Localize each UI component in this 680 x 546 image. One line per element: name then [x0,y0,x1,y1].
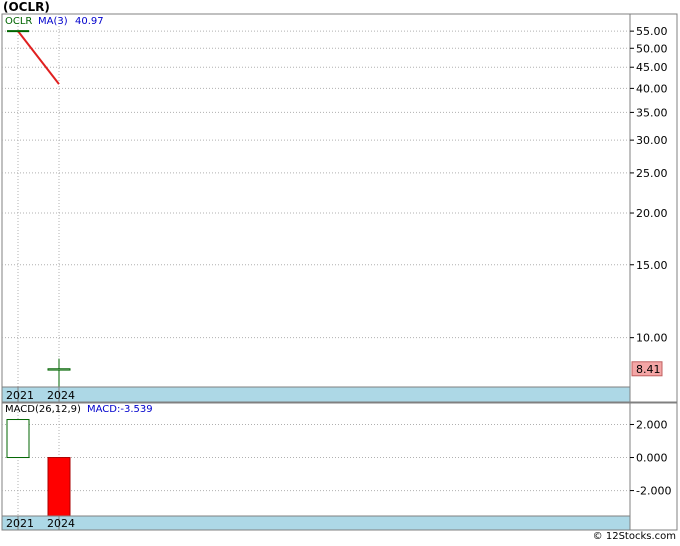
price-panel-frame [1,13,678,403]
price-tick-label: 20.00 [636,207,668,220]
macd-tick-label: 2.000 [636,418,668,431]
macd-x-label: 2021 [6,517,34,530]
price-tick-label: 55.00 [636,25,668,38]
candle [47,368,71,371]
price-tick-label: 10.00 [636,332,668,345]
macd-value-label: MACD:-3.539 [87,404,153,415]
macd-panel-frame [1,402,678,531]
price-tick-label: 15.00 [636,259,668,272]
macd-x-label: 2024 [47,517,75,530]
footer-credit: © 12Stocks.com [592,531,676,542]
price-x-label: 2021 [6,389,34,402]
price-tick-label: 40.00 [636,82,668,95]
price-tick-label: 25.00 [636,167,668,180]
stock-chart: 55.00 50.00 45.00 40.00 35.00 30.00 25.00 20.00… [1,13,678,531]
price-tick-label: 35.00 [636,106,668,119]
last-price-label: 8.41 [636,363,661,376]
macd-x-axis-band [1,515,631,531]
price-tick-label: 45.00 [636,61,668,74]
macd-tick-label: -2.000 [636,485,671,498]
legend-ma-value: 40.97 [75,16,104,27]
price-x-label: 2024 [47,389,75,402]
macd-tick-label: 0.000 [636,452,668,465]
macd-bar [6,419,30,459]
price-tick-label: 30.00 [636,134,668,147]
price-x-axis-band [1,386,631,403]
price-tick-label: 50.00 [636,42,668,55]
macd-bar [47,457,71,517]
macd-label: MACD(26,12,9) [5,404,81,415]
legend-symbol: OCLR [5,16,32,27]
legend-ma-label: MA(3) [38,16,68,27]
